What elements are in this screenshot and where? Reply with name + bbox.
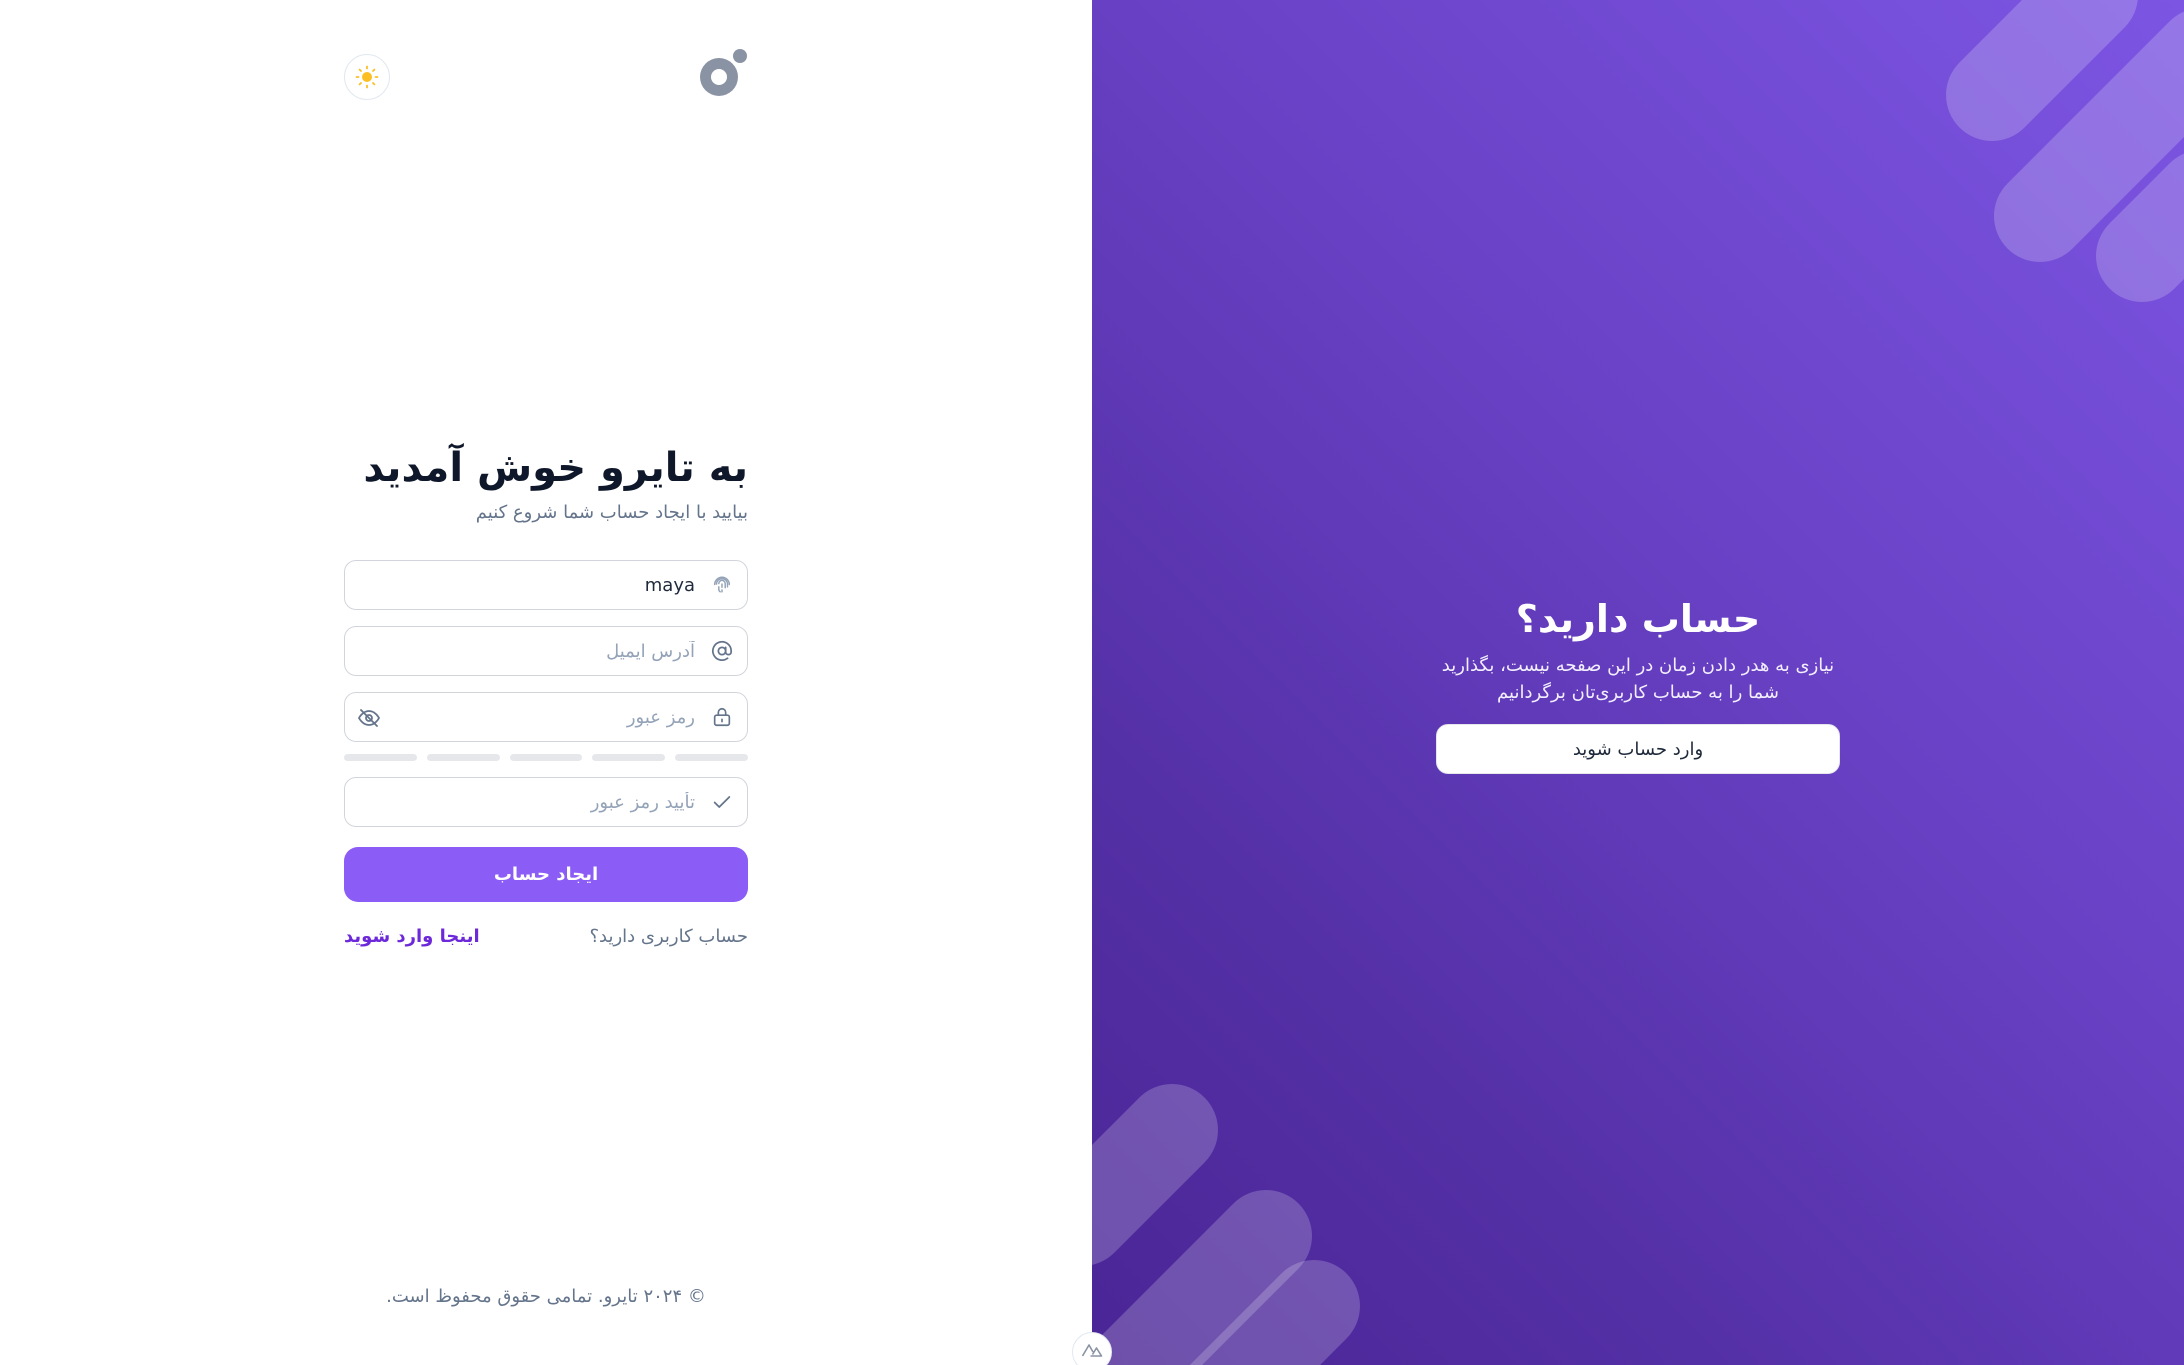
- strength-segment: [592, 754, 666, 761]
- username-field: [344, 560, 748, 610]
- confirm-password-field: [344, 777, 748, 827]
- login-button[interactable]: وارد حساب شوید: [1436, 724, 1840, 774]
- signin-link[interactable]: اینجا وارد شوید: [344, 926, 480, 947]
- password-input[interactable]: [345, 693, 747, 741]
- strength-segment: [509, 754, 583, 761]
- copyright-footer: © ۲۰۲۴ تایرو. تمامی حقوق محفوظ است.: [386, 1286, 706, 1307]
- signup-form: به تایرو خوش آمدید بیایید با ایجاد حساب …: [344, 440, 748, 947]
- eye-off-icon[interactable]: [357, 706, 381, 730]
- signin-prompt: حساب کاربری دارید؟ اینجا وارد شوید: [344, 926, 748, 947]
- check-icon: [711, 791, 733, 813]
- strength-segment: [675, 754, 748, 761]
- password-field: [344, 692, 748, 742]
- fingerprint-icon: [711, 574, 733, 596]
- signin-question: حساب کاربری دارید؟: [589, 926, 748, 947]
- promo-title: حساب دارید؟: [1515, 597, 1761, 641]
- signup-panel: به تایرو خوش آمدید بیایید با ایجاد حساب …: [0, 0, 1092, 1365]
- promo-text: نیازی به هدر دادن زمان در این صفحه نیست،…: [1441, 655, 1835, 703]
- page-title: به تایرو خوش آمدید: [363, 445, 748, 491]
- email-field: [344, 626, 748, 676]
- strength-segment: [344, 754, 417, 761]
- lock-icon: [711, 706, 733, 728]
- email-input[interactable]: [345, 627, 747, 675]
- at-sign-icon: [711, 640, 733, 662]
- username-input[interactable]: [345, 561, 747, 609]
- confirm-password-input[interactable]: [345, 778, 747, 826]
- strength-segment: [426, 754, 500, 761]
- password-strength-meter: [344, 754, 748, 761]
- nuxt-devtools-button[interactable]: [1072, 1332, 1112, 1365]
- theme-toggle-button[interactable]: [344, 54, 390, 100]
- sun-icon: [355, 65, 379, 89]
- promo-content: حساب دارید؟ نیازی به هدر دادن زمان در ای…: [1092, 592, 2184, 774]
- create-account-button[interactable]: ایجاد حساب: [344, 847, 748, 902]
- tairo-logo-icon[interactable]: [696, 48, 750, 104]
- nuxt-icon: [1081, 1344, 1103, 1357]
- page-subtitle: بیایید با ایجاد حساب شما شروع کنیم: [475, 502, 748, 523]
